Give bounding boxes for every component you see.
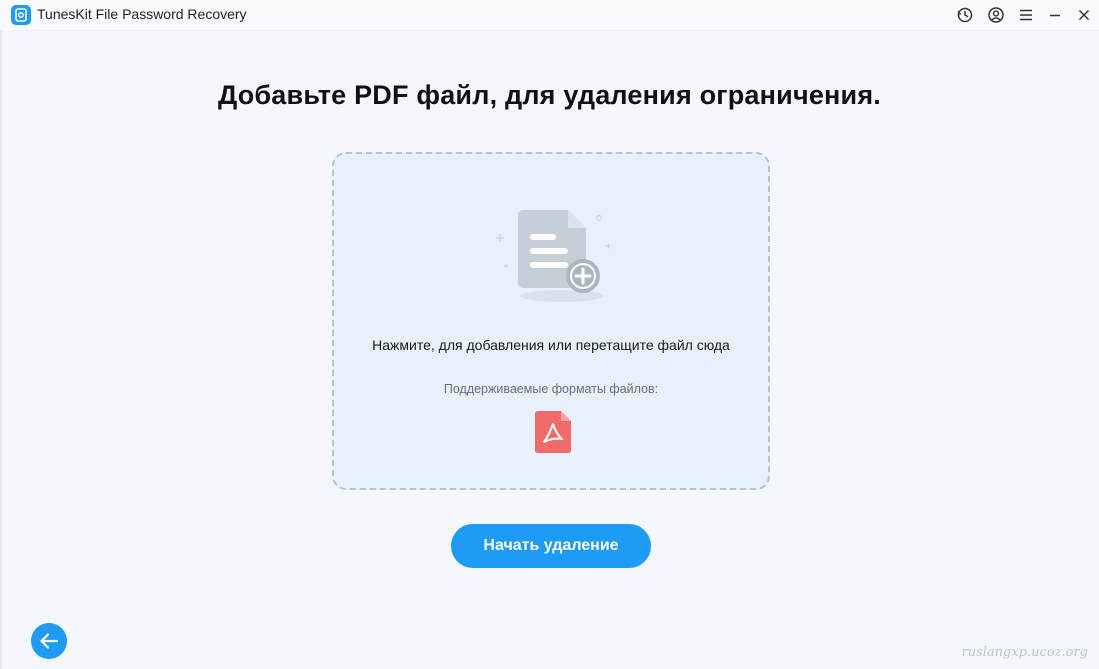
title-bar: TunesKit File Password Recovery [0, 0, 1099, 31]
menu-button[interactable] [1015, 5, 1037, 25]
app-logo-icon [11, 5, 31, 25]
add-file-icon [496, 210, 611, 302]
close-button[interactable] [1073, 5, 1095, 25]
app-title: TunesKit File Password Recovery [37, 6, 247, 22]
supported-formats-label: Поддерживаемые форматы файлов: [443, 382, 659, 396]
menu-icon [1020, 9, 1032, 21]
page-title: Добавьте PDF файл, для удаления ограниче… [217, 80, 882, 110]
account-icon [988, 7, 1004, 23]
arrow-left-icon [40, 633, 59, 649]
account-button[interactable] [985, 5, 1007, 25]
dropzone-instruction: Нажмите, для добавления или перетащите ф… [372, 337, 730, 353]
minimize-icon [1050, 14, 1060, 17]
history-button[interactable] [954, 5, 976, 25]
file-dropzone[interactable]: Нажмите, для добавления или перетащите ф… [332, 152, 770, 490]
minimize-button[interactable] [1044, 5, 1066, 25]
pdf-icon [535, 411, 571, 453]
back-button[interactable] [31, 623, 67, 659]
watermark: ruslangxp.ucoz.org [961, 645, 1088, 660]
window-left-edge [0, 30, 2, 669]
history-icon [957, 7, 973, 23]
start-removal-button[interactable]: Начать удаление [451, 524, 651, 568]
close-icon [1078, 9, 1090, 21]
